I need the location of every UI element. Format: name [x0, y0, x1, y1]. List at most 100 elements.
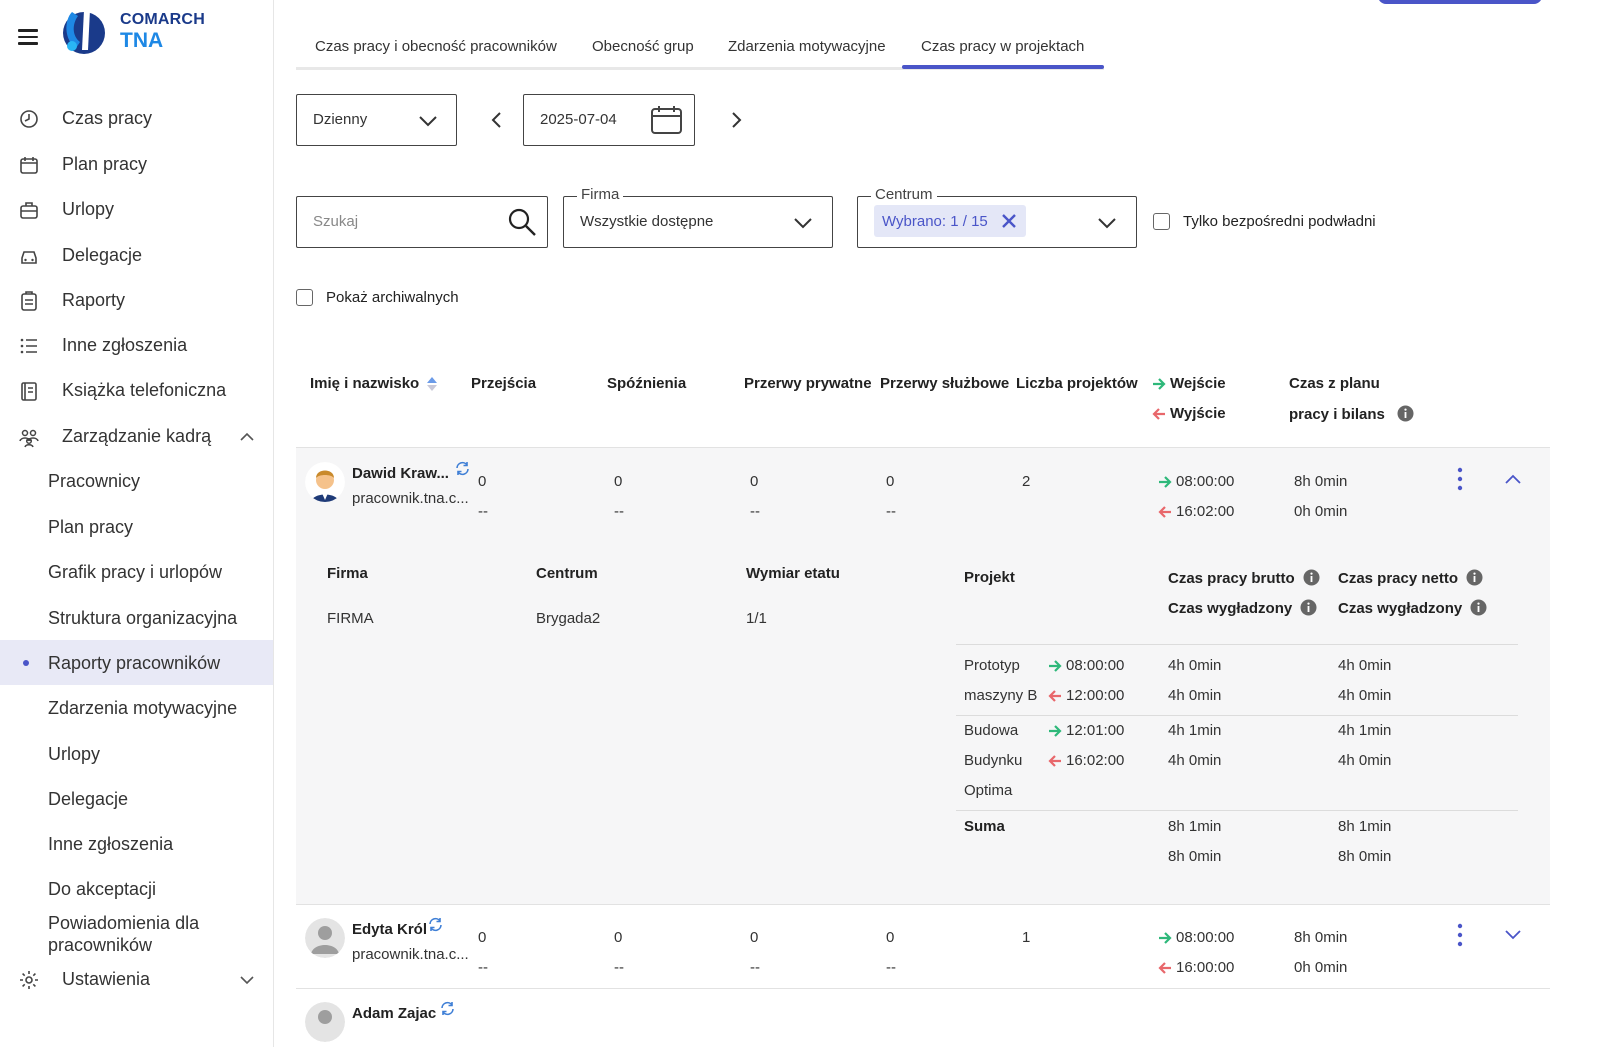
spoznienia-value: 0: [614, 473, 623, 490]
more-vertical-icon[interactable]: [1452, 923, 1468, 947]
next-date-button[interactable]: [728, 110, 744, 130]
prev-date-button[interactable]: [489, 110, 505, 130]
date-value: 2025-07-04: [540, 111, 617, 128]
sidebar-subitem-delegacje[interactable]: Delegacje: [0, 776, 273, 821]
header-name[interactable]: Imię i nazwisko: [310, 375, 419, 392]
chevron-down-icon: [419, 116, 437, 127]
period-select[interactable]: Dzienny: [296, 94, 457, 146]
search-input[interactable]: Szukaj: [296, 196, 548, 248]
sort-icon[interactable]: [426, 376, 438, 392]
chevron-down-icon: [1098, 218, 1116, 229]
detail-firma-value: FIRMA: [327, 610, 374, 627]
chevron-down-icon[interactable]: [238, 971, 256, 989]
tab-czas-pracy-obecnosc[interactable]: Czas pracy i obecność pracowników: [315, 38, 557, 55]
firma-select[interactable]: Firma Wszystkie dostępne: [563, 186, 833, 248]
top-action-button[interactable]: [1378, 0, 1542, 4]
only-direct-checkbox[interactable]: [1153, 213, 1170, 230]
wejscie-value: 08:00:00: [1158, 473, 1234, 490]
sidebar-subitem-struktura[interactable]: Struktura organizacyjna: [0, 595, 273, 640]
details-separator: [956, 810, 1518, 811]
sidebar-subitem-inne[interactable]: Inne zgłoszenia: [0, 821, 273, 866]
sidebar-subitem-raporty-pracownikow[interactable]: Raporty pracowników: [0, 640, 273, 685]
employee-name[interactable]: Adam Zajac: [352, 1005, 436, 1022]
sidebar-subitem-label: Struktura organizacyjna: [48, 607, 238, 628]
info-icon[interactable]: [1300, 599, 1317, 616]
info-icon[interactable]: [1303, 569, 1320, 586]
arrow-left-icon: [1048, 755, 1061, 767]
app-logo[interactable]: COMARCH TNA: [58, 6, 208, 58]
project-in-time: 12:01:00: [1066, 722, 1125, 739]
centrum-chip: Wybrano: 1 / 15: [874, 205, 1026, 237]
sidebar-subitem-label: Inne zgłoszenia: [48, 833, 174, 854]
project-netto: 4h 1min: [1338, 722, 1392, 739]
sidebar-item-czas-pracy[interactable]: Czas pracy: [0, 96, 273, 141]
row-separator: [296, 988, 1550, 989]
netto-wygladzony-label: Czas wygładzony: [1338, 600, 1463, 617]
plan-value: 8h 0min: [1294, 473, 1348, 490]
sidebar-item-raporty[interactable]: Raporty: [0, 278, 273, 323]
sidebar-subitem-powiadomienia[interactable]: Powiadomienia dla pracowników: [0, 912, 273, 956]
project-name: Prototyp: [964, 657, 1020, 674]
sidebar-item-inne-zgloszenia[interactable]: Inne zgłoszenia: [0, 323, 273, 368]
detail-centrum-label: Centrum: [536, 565, 598, 582]
brutto-header-label: Czas pracy brutto: [1168, 570, 1295, 587]
calendar-icon[interactable]: [650, 104, 683, 136]
arrow-left-icon: [1158, 506, 1171, 518]
chevron-up-icon[interactable]: [1504, 472, 1522, 486]
sidebar-subitem-label: Powiadomienia dla: [48, 913, 200, 933]
sidebar-subitem-grafik[interactable]: Grafik pracy i urlopów: [0, 549, 273, 594]
spoznienia-value: 0: [614, 929, 623, 946]
product-name: TNA: [120, 29, 164, 52]
sync-icon[interactable]: [440, 1001, 455, 1016]
sync-icon[interactable]: [455, 461, 470, 476]
search-placeholder: Szukaj: [313, 213, 359, 230]
chevron-down-icon[interactable]: [1504, 928, 1522, 942]
centrum-select[interactable]: Centrum Wybrano: 1 / 15: [857, 186, 1137, 248]
info-icon[interactable]: [1397, 405, 1414, 422]
search-icon[interactable]: [507, 207, 537, 237]
arrow-right-icon: [1049, 725, 1062, 737]
sync-icon[interactable]: [428, 917, 443, 932]
only-direct-label: Tylko bezpośredni podwładni: [1183, 213, 1376, 230]
sidebar-item-ustawienia[interactable]: Ustawienia: [0, 957, 273, 1002]
sidebar-subitem-label: pracowników: [48, 935, 153, 955]
detail-wymiar-label: Wymiar etatu: [746, 565, 840, 582]
project-name: maszyny B: [964, 687, 1038, 704]
sidebar-subitem-plan-pracy[interactable]: Plan pracy: [0, 504, 273, 549]
employee-name[interactable]: Edyta Król: [352, 921, 427, 938]
header-wyjscie: Wyjście: [1152, 405, 1226, 422]
project-netto: 4h 0min: [1338, 657, 1392, 674]
chevron-up-icon[interactable]: [238, 428, 256, 446]
sidebar-item-urlopy[interactable]: Urlopy: [0, 187, 273, 232]
arrow-left-icon: [1158, 962, 1171, 974]
wyjscie-time: 16:02:00: [1176, 503, 1235, 520]
sidebar-item-plan-pracy[interactable]: Plan pracy: [0, 142, 273, 187]
sidebar-subitem-urlopy[interactable]: Urlopy: [0, 731, 273, 776]
close-icon[interactable]: [1000, 212, 1018, 230]
sidebar-subitem-pracownicy[interactable]: Pracownicy: [0, 458, 273, 503]
sidebar-item-label: Książka telefoniczna: [62, 380, 227, 400]
sidebar-item-ksiazka-telefoniczna[interactable]: Książka telefoniczna: [0, 368, 273, 413]
sidebar-subitem-zdarzenia[interactable]: Zdarzenia motywacyjne: [0, 685, 273, 730]
menu-icon[interactable]: [18, 29, 38, 45]
employee-name[interactable]: Dawid Kraw...: [352, 465, 449, 482]
info-icon[interactable]: [1470, 599, 1487, 616]
przerwy-prywatne-value: 0: [750, 473, 759, 490]
more-vertical-icon[interactable]: [1452, 467, 1468, 491]
info-icon[interactable]: [1466, 569, 1483, 586]
sidebar-item-delegacje[interactable]: Delegacje: [0, 233, 273, 278]
wejscie-time: 08:00:00: [1176, 929, 1235, 946]
sidebar-subitem-label: Do akceptacji: [48, 878, 157, 899]
show-archived-checkbox[interactable]: [296, 289, 313, 306]
tab-obecnosc-grup[interactable]: Obecność grup: [592, 38, 694, 55]
date-input[interactable]: 2025-07-04: [523, 94, 695, 146]
tab-czas-pracy-projekty[interactable]: Czas pracy w projektach: [921, 38, 1084, 55]
sidebar-item-label: Inne zgłoszenia: [62, 335, 188, 355]
przerwy-sluzbowe-value: 0: [886, 473, 895, 490]
details-separator: [956, 644, 1518, 645]
centrum-chip-label: Wybrano: 1 / 15: [882, 212, 988, 230]
firma-value: Wszystkie dostępne: [580, 213, 714, 230]
tab-zdarzenia-motywacyjne[interactable]: Zdarzenia motywacyjne: [728, 38, 886, 55]
sidebar-item-zarzadzanie-kadra[interactable]: Zarządzanie kadrą: [0, 414, 273, 459]
sidebar-subitem-do-akceptacji[interactable]: Do akceptacji: [0, 866, 273, 911]
